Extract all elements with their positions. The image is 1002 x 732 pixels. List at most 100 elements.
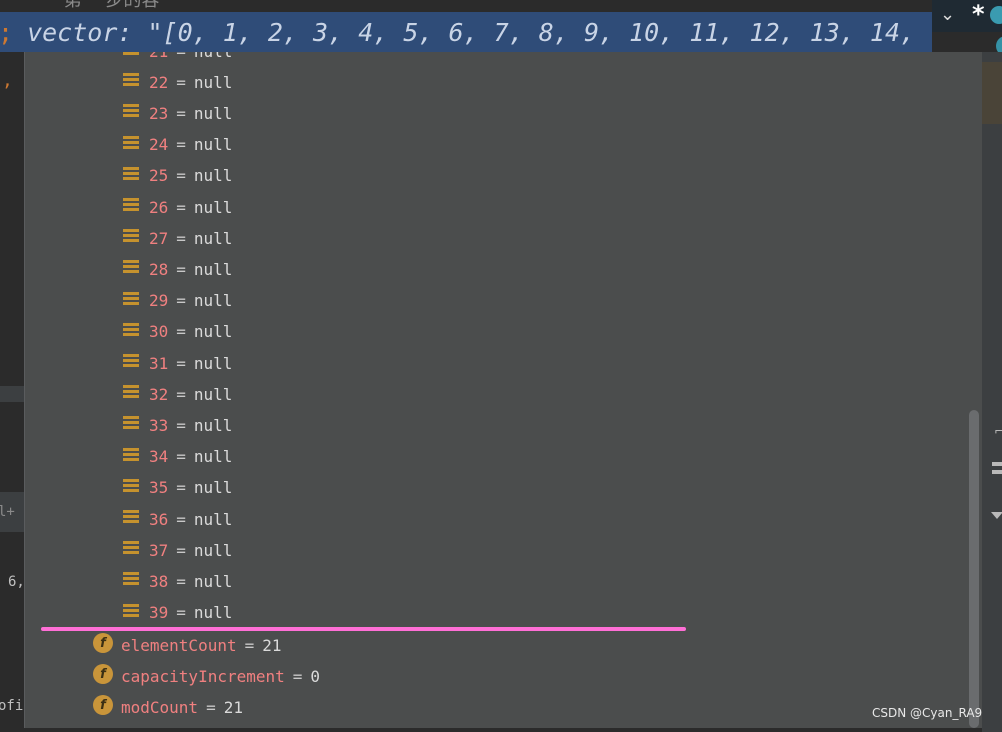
- field-name: capacityIncrement: [121, 666, 285, 686]
- element-value: null: [193, 228, 233, 248]
- element-index: 21: [149, 52, 168, 61]
- equals-sign: =: [176, 478, 186, 498]
- array-element-row[interactable]: 32 = null: [123, 379, 232, 409]
- equals-sign: =: [176, 291, 186, 311]
- element-value: null: [193, 259, 233, 279]
- array-element-icon: [123, 384, 139, 400]
- element-value: null: [193, 103, 233, 123]
- layout-icon[interactable]: [992, 470, 1002, 474]
- array-element-icon: [123, 415, 139, 431]
- array-element-row[interactable]: 34 = null: [123, 442, 232, 472]
- scrollbar-thumb[interactable]: [969, 410, 979, 728]
- array-element-icon: [123, 72, 139, 88]
- element-value: null: [193, 135, 233, 155]
- array-element-icon: [123, 52, 139, 57]
- equals-sign: =: [176, 197, 186, 217]
- field-row[interactable]: f capacityIncrement = 0: [93, 661, 320, 691]
- array-element-row[interactable]: 25 = null: [123, 161, 232, 191]
- field-icon: f: [93, 664, 113, 684]
- array-element-row[interactable]: 36 = null: [123, 504, 232, 534]
- watermark: CSDN @Cyan_RA9: [872, 706, 983, 720]
- equals-sign: =: [292, 666, 303, 686]
- array-element-row[interactable]: 26 = null: [123, 192, 232, 222]
- array-element-row[interactable]: 28 = null: [123, 254, 232, 284]
- element-value: null: [193, 603, 233, 623]
- equals-sign: =: [244, 635, 255, 655]
- equals-sign: =: [176, 166, 186, 186]
- array-element-row[interactable]: 23 = null: [123, 98, 232, 128]
- layout-icon[interactable]: [992, 462, 1002, 466]
- field-row[interactable]: f elementCount = 21: [93, 630, 282, 660]
- array-element-icon: [123, 166, 139, 182]
- element-value: null: [193, 478, 233, 498]
- element-value: null: [193, 384, 233, 404]
- equals-sign: =: [176, 447, 186, 467]
- array-element-icon: [123, 540, 139, 556]
- array-element-icon: [123, 291, 139, 307]
- element-value: null: [193, 322, 233, 342]
- element-value: null: [193, 415, 233, 435]
- array-element-row[interactable]: 31 = null: [123, 348, 232, 378]
- element-value: null: [193, 353, 233, 373]
- element-index: 35: [149, 478, 169, 498]
- element-index: 26: [149, 197, 169, 217]
- left-editor-strip: , l+ 6, ofi: [0, 52, 25, 732]
- array-element-icon: [123, 259, 139, 275]
- array-element-icon: [123, 228, 139, 244]
- equals-sign: =: [176, 103, 186, 123]
- array-element-row[interactable]: 38 = null: [123, 566, 232, 596]
- element-index: 29: [149, 291, 169, 311]
- triangle-down-icon[interactable]: [991, 512, 1002, 519]
- equals-sign: =: [176, 135, 186, 155]
- array-element-row[interactable]: 33 = null: [123, 410, 232, 440]
- element-index: 30: [149, 322, 169, 342]
- array-element-icon: [123, 322, 139, 338]
- equals-sign: =: [176, 353, 186, 373]
- field-name: elementCount: [121, 635, 237, 655]
- array-element-icon: [123, 603, 139, 619]
- panel-divider: [0, 386, 24, 402]
- chevron-down-icon[interactable]: ⌄: [940, 4, 955, 25]
- equals-sign: =: [176, 571, 186, 591]
- field-value: 21: [262, 635, 282, 655]
- equals-sign: =: [176, 509, 186, 529]
- array-element-row[interactable]: 24 = null: [123, 130, 232, 160]
- element-index: 34: [149, 447, 169, 467]
- element-value: null: [193, 166, 233, 186]
- array-element-row[interactable]: 29 = null: [123, 286, 232, 316]
- code-fragment: ofi: [0, 698, 24, 714]
- element-value: null: [193, 509, 233, 529]
- element-value: null: [193, 291, 233, 311]
- element-value: null: [193, 540, 233, 560]
- array-element-row[interactable]: 39 = null: [123, 598, 232, 628]
- array-element-icon: [123, 571, 139, 587]
- element-index: 24: [149, 135, 169, 155]
- code-fragment: l+: [0, 504, 15, 520]
- array-element-row[interactable]: 27 = null: [123, 223, 232, 253]
- array-element-row[interactable]: 30 = null: [123, 317, 232, 347]
- right-tool-strip: ⌐: [982, 52, 1002, 732]
- array-element-row[interactable]: 37 = null: [123, 535, 232, 565]
- element-value: null: [193, 197, 233, 217]
- equals-sign: =: [176, 228, 186, 248]
- array-element-row[interactable]: 35 = null: [123, 473, 232, 503]
- element-value: null: [193, 72, 233, 92]
- array-element-row[interactable]: 22 = null: [123, 67, 232, 97]
- equals-sign: =: [206, 697, 216, 717]
- inline-variable-hint[interactable]: ; vector: "[0, 1, 2, 3, 4, 5, 6, 7, 8, 9…: [0, 12, 932, 52]
- star-icon[interactable]: *: [972, 0, 985, 28]
- arrow-icon: ⌐: [994, 424, 1002, 438]
- debugger-variables-popup: 21 = null 22 = null 23 = null 24 = null 25 = null 26 = nu…: [24, 52, 982, 728]
- equals-sign: =: [176, 384, 186, 404]
- element-index: 39: [149, 603, 169, 623]
- semicolon-text: ;: [0, 18, 13, 47]
- element-index: 37: [149, 540, 169, 560]
- equals-sign: =: [176, 322, 186, 342]
- editor-cut-text: 一 第一 步的容: [40, 0, 160, 11]
- field-row[interactable]: f modCount = 21: [93, 692, 243, 722]
- code-fragment: ,: [2, 70, 13, 91]
- array-element-icon: [123, 103, 139, 119]
- equals-sign: =: [176, 603, 186, 623]
- array-element-row[interactable]: 21 = null: [123, 52, 232, 66]
- element-index: 31: [149, 353, 169, 373]
